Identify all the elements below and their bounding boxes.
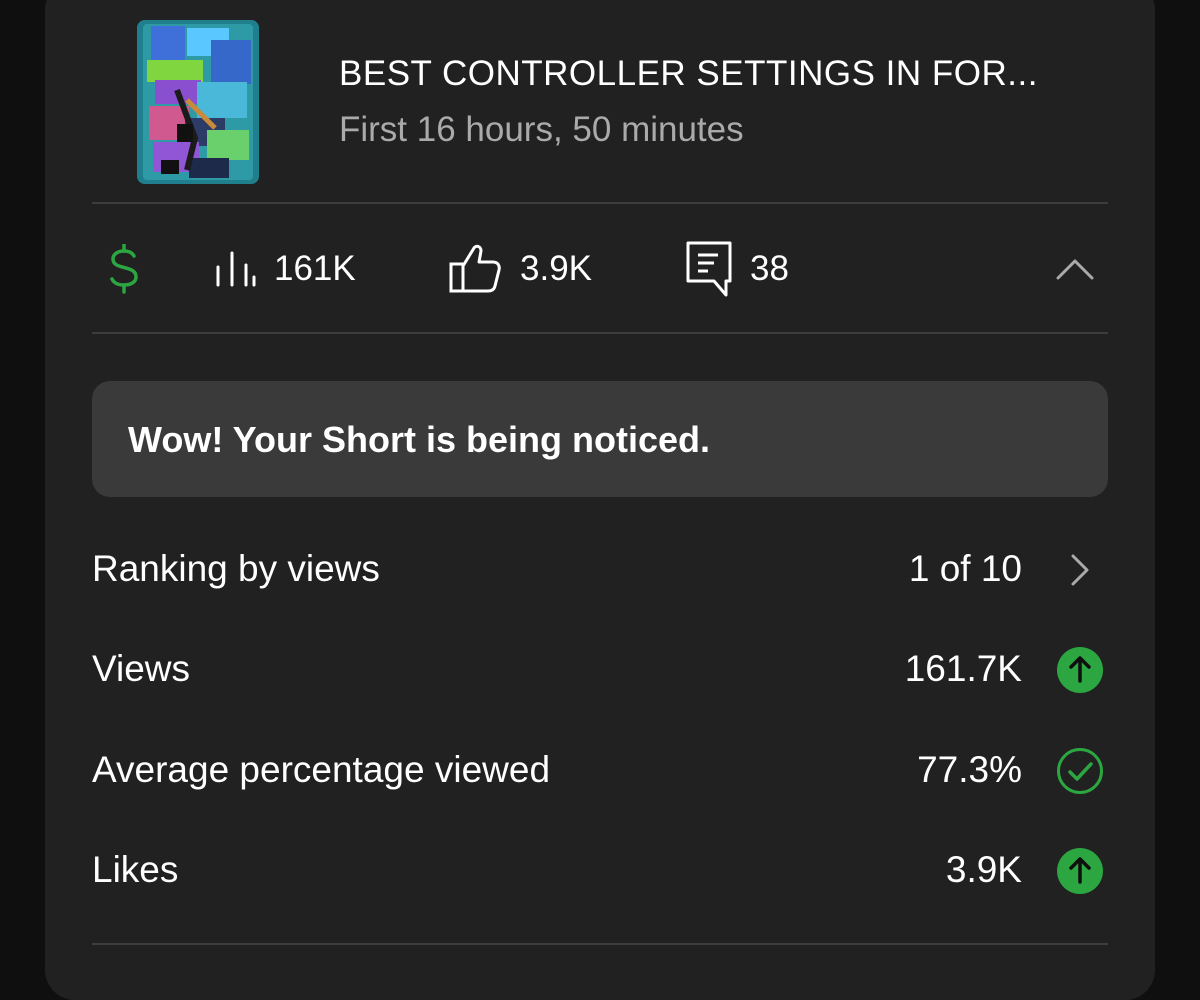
up-arrow-icon [1056,646,1104,694]
divider [92,943,1108,945]
video-header[interactable]: BEST CONTROLLER SETTINGS IN FOR... First… [137,20,1107,185]
monetization-stat[interactable] [106,206,142,332]
video-title[interactable]: BEST CONTROLLER SETTINGS IN FOR... [339,54,1038,94]
divider [92,202,1108,204]
likes-row: Likes 3.9K [92,821,1108,921]
views-row: Views 161.7K [92,620,1108,720]
check-circle-icon [1056,747,1104,795]
dollar-icon[interactable] [106,244,142,294]
up-arrow-icon [1056,847,1104,895]
video-subtitle: First 16 hours, 50 minutes [339,110,744,149]
metric-value: 77.3% [917,749,1022,790]
likes-stat[interactable]: 3.9K [448,206,592,332]
likes-count: 3.9K [520,249,592,288]
metric-label: Average percentage viewed [92,749,551,790]
metric-label: Ranking by views [92,548,380,589]
metric-value: 161.7K [904,648,1022,689]
banner-text: Wow! Your Short is being noticed. [128,419,711,460]
metric-label: Likes [92,849,179,890]
comments-count: 38 [750,249,789,288]
collapse-button[interactable] [1056,206,1094,332]
comments-stat[interactable]: 38 [686,206,789,332]
comment-icon [686,241,732,297]
notice-banner: Wow! Your Short is being noticed. [92,381,1108,497]
views-count: 161K [274,249,356,288]
video-thumbnail[interactable] [137,20,259,184]
chevron-up-icon[interactable] [1056,258,1094,280]
stats-row: 161K 3.9K 38 [92,206,1108,332]
metric-value: 3.9K [945,849,1022,890]
chevron-right-icon[interactable] [1056,546,1104,594]
bar-chart-icon [214,251,256,287]
avg-percentage-row: Average percentage viewed 77.3% [92,721,1108,821]
ranking-row[interactable]: Ranking by views 1 of 10 [92,520,1108,620]
views-stat[interactable]: 161K [214,206,356,332]
thumbs-up-icon [448,244,502,294]
metric-value: 1 of 10 [908,548,1022,589]
divider [92,332,1108,334]
metric-label: Views [92,648,191,689]
